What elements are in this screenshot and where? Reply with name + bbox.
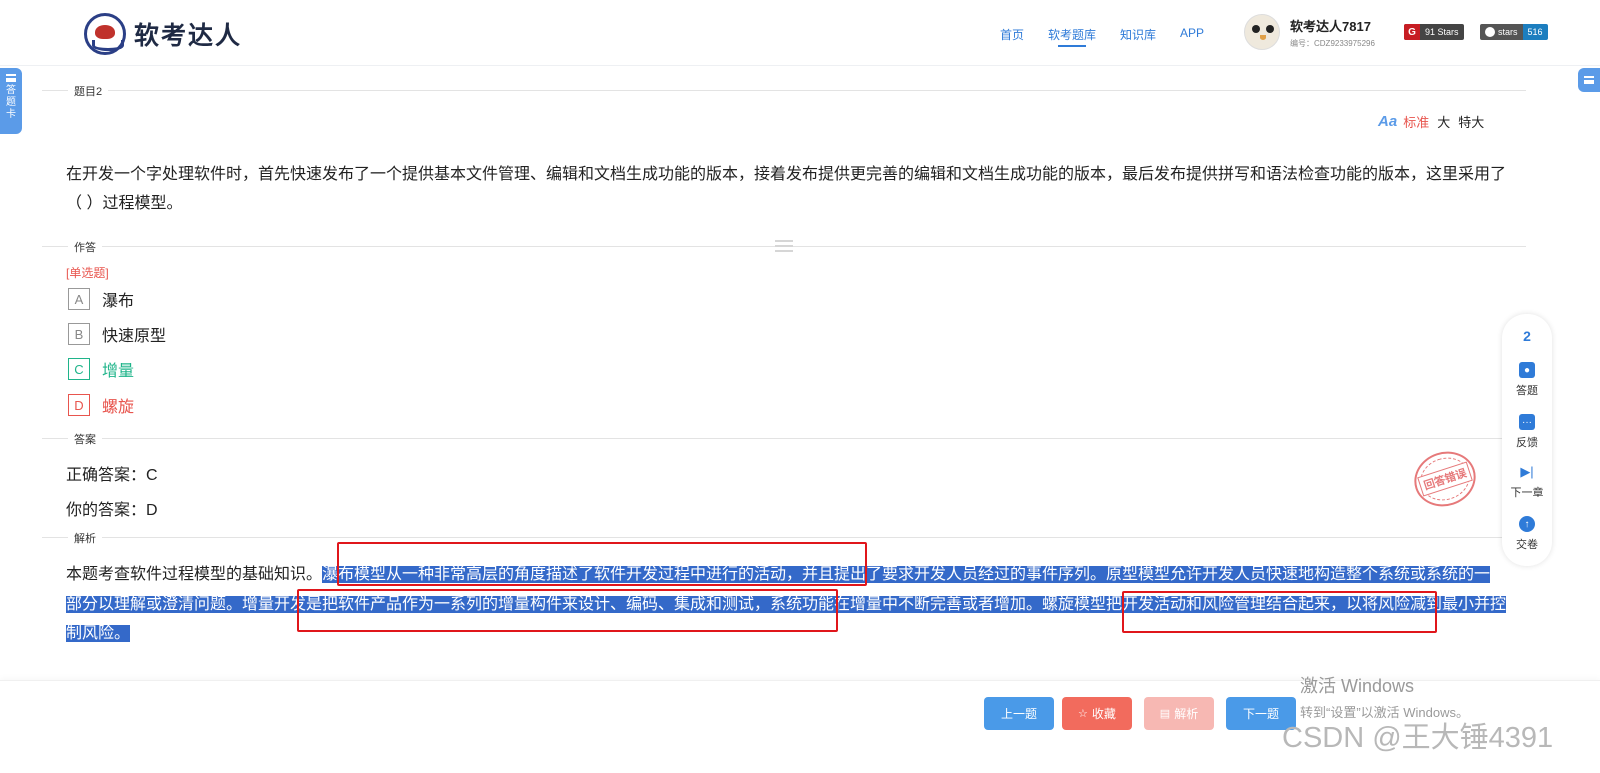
user-name[interactable]: 软考达人7817 [1290,16,1375,35]
logo-icon [84,13,126,55]
font-size-icon: Aa [1378,113,1398,130]
skip-next-icon: ▶| [1520,464,1534,479]
section-label-analysis: 解析 [68,530,102,546]
user-id: 编号：CDZ9233975296 [1290,38,1375,48]
user-profile[interactable]: 软考达人7817 编号：CDZ9233975296 [1244,14,1375,50]
main-nav: 首页 软考题库 知识库 APP [1000,26,1228,47]
font-size-standard[interactable]: 标准 [1403,112,1429,131]
shield-icon: ● [1519,362,1535,378]
answer-card-tab[interactable]: 答 题 卡 [0,68,22,134]
prev-question-button[interactable]: 上一题 [984,697,1054,730]
feedback-button[interactable]: ··· 反馈 [1502,414,1552,450]
option-text: 快速原型 [102,328,167,345]
top-header: 软考达人 首页 软考题库 知识库 APP 软考达人7817 编号：CDZ9233… [0,0,1600,66]
next-chapter-button[interactable]: ▶| 下一章 [1502,464,1552,500]
avatar[interactable] [1244,14,1280,50]
option-text: 瀑布 [102,293,135,310]
upload-icon: ↑ [1519,516,1535,532]
question-text: 在开发一个字处理软件时，首先快速发布了一个提供基本文件管理、编辑和文档生成功能的… [66,166,1507,212]
csdn-watermark: CSDN @王大锤4391 [1282,722,1554,754]
gitee-icon: G [1404,24,1420,40]
chat-icon: ··· [1519,414,1535,430]
option-a[interactable]: A 瀑布 [68,287,134,311]
nav-knowledge-base[interactable]: 知识库 [1120,26,1156,43]
section-label-question: 题目2 [68,83,109,99]
section-label-answer: 答案 [68,431,102,447]
menu-icon [6,74,16,82]
drag-handle-icon[interactable] [775,240,793,252]
analysis-text: 本题考查软件过程模型的基础知识。瀑布模型从一种非常高层的角度描述了软件开发过程中… [66,560,1507,649]
option-key: B [68,323,90,345]
section-question: 题目2 [42,83,1526,99]
section-answer: 答案 [42,431,1526,447]
option-text: 增量 [102,363,135,380]
site-logo[interactable]: 软考达人 [84,13,242,55]
option-text: 螺旋 [102,399,135,416]
font-size-large[interactable]: 大 [1437,112,1450,131]
gitee-stars-badge[interactable]: G 91 Stars [1404,24,1464,40]
option-c[interactable]: C 增量 [68,357,134,381]
logo-text: 软考达人 [134,22,243,50]
font-size-xlarge[interactable]: 特大 [1458,112,1484,131]
document-icon: ▤ [1159,708,1171,720]
wrong-answer-stamp: 回答错误 [1407,443,1483,515]
question-number: 2 [1523,328,1531,344]
menu-icon [1584,76,1594,84]
option-key: C [68,358,90,380]
nav-home[interactable]: 首页 [1000,26,1024,43]
nav-app[interactable]: APP [1180,26,1204,43]
option-d[interactable]: D 螺旋 [68,393,134,417]
section-analysis: 解析 [42,530,1526,546]
star-icon: ☆ [1078,708,1088,720]
your-answer: 你的答案：D [66,502,158,519]
favorite-button[interactable]: ☆ 收藏 [1062,697,1132,730]
github-icon [1485,27,1495,37]
question-type: [单选题] [66,266,109,280]
right-menu-tab[interactable] [1578,68,1600,92]
option-b[interactable]: B 快速原型 [68,322,166,346]
section-label-answer-area: 作答 [68,239,102,255]
font-size-switcher: Aa 标准 大 特大 [1378,112,1492,131]
analysis-button[interactable]: ▤ 解析 [1144,697,1214,730]
github-stars-badge[interactable]: stars 516 [1480,24,1548,40]
submit-button[interactable]: ↑ 交卷 [1502,516,1552,552]
nav-question-bank[interactable]: 软考题库 [1048,26,1096,47]
answer-sheet-button[interactable]: ● 答题 [1502,362,1552,398]
correct-answer: 正确答案：C [66,467,158,484]
analysis-intro: 本题考查软件过程模型的基础知识。 [66,566,323,583]
option-key: D [68,394,90,416]
option-key: A [68,288,90,310]
floating-toolbar: 2 ● 答题 ··· 反馈 ▶| 下一章 ↑ 交卷 [1502,314,1552,566]
